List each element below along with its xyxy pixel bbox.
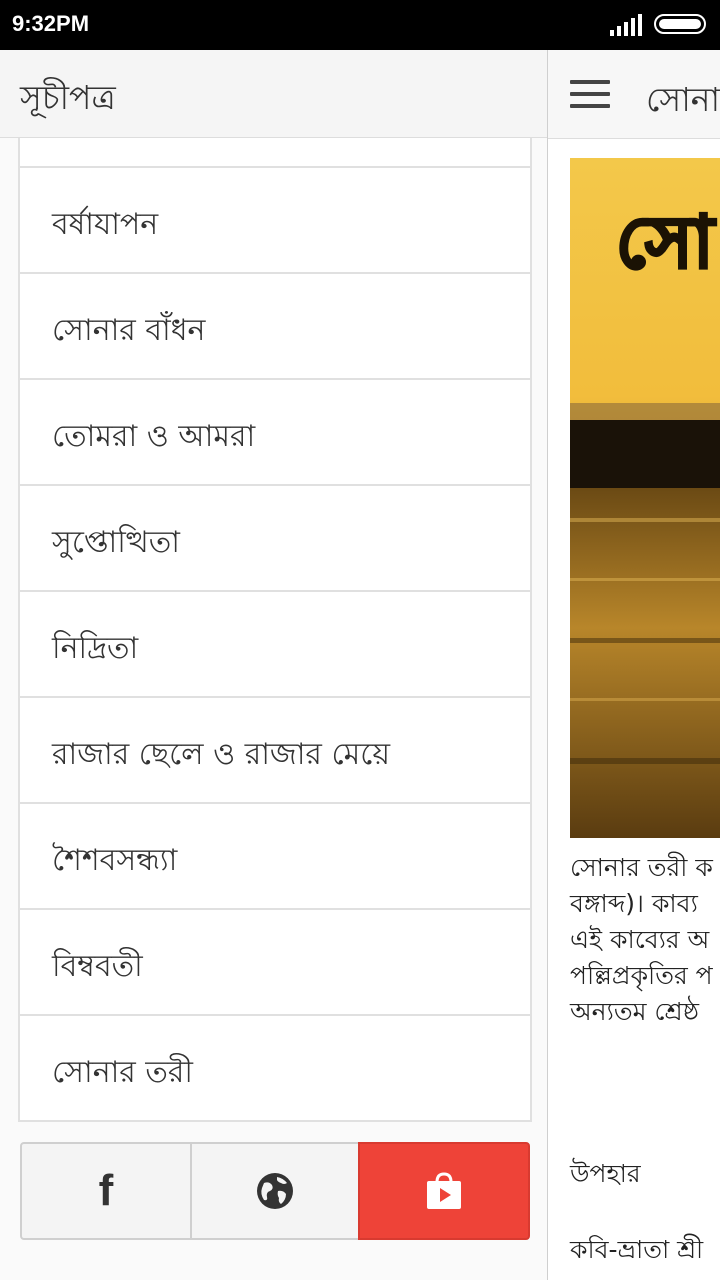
article-line: বঙ্গাব্দ)। কাব্য: [570, 889, 698, 918]
list-item[interactable]: রাজার ছেলে ও রাজার মেয়ে: [20, 698, 530, 804]
article-line: কবি-ভ্রাতা শ্রী: [570, 1235, 704, 1264]
list-item[interactable]: বিম্ববতী: [20, 910, 530, 1016]
article-line: অন্যতম শ্রেষ্ঠ: [570, 997, 700, 1026]
list-item-label: সুপ্তোত্থিতা: [52, 525, 180, 560]
list-item[interactable]: সোনার বাঁধন: [20, 274, 530, 380]
list-item[interactable]: [20, 138, 530, 168]
list-item-label: সোনার বাঁধন: [52, 313, 206, 348]
list-item-label: বিম্ববতী: [52, 949, 143, 984]
navigation-drawer: সূচীপত্র বর্ষাযাপন সোনার বাঁধন তোমরা ও আ…: [0, 50, 548, 1280]
article-text: সোনার তরী ক বঙ্গাব্দ)। কাব্য এই কাব্যের …: [570, 850, 720, 1268]
list-item-label: নিদ্রিতা: [52, 631, 139, 666]
cover-image: সো: [570, 158, 720, 838]
social-buttons: f: [20, 1142, 530, 1240]
list-item[interactable]: সোনার তরী: [20, 1016, 530, 1122]
app-bar: সোনা: [548, 50, 720, 139]
facebook-icon: f: [98, 1166, 114, 1215]
article-line: পল্লিপ্রকৃতির প: [570, 961, 713, 990]
list-item[interactable]: শৈশবসন্ধ্যা: [20, 804, 530, 910]
battery-icon: [654, 14, 706, 34]
article-line: সোনার তরী ক: [570, 853, 713, 882]
drawer-header: সূচীপত্র: [0, 50, 547, 138]
section-heading: উপহার: [570, 1159, 641, 1188]
list-item[interactable]: তোমরা ও আমরা: [20, 380, 530, 486]
menu-icon[interactable]: [570, 80, 610, 110]
website-button[interactable]: [190, 1142, 360, 1240]
main-content: সোনা সো সোনার তরী ক বঙ্গাব্দ)। কাব্য এই …: [548, 50, 720, 1280]
app-title: সোনা: [646, 80, 720, 119]
cover-title: সো: [615, 199, 716, 286]
list-item-label: বর্ষাযাপন: [52, 207, 159, 242]
globe-icon: [257, 1173, 293, 1209]
list-item[interactable]: সুপ্তোত্থিতা: [20, 486, 530, 592]
list-item[interactable]: বর্ষাযাপন: [20, 168, 530, 274]
facebook-button[interactable]: f: [20, 1142, 192, 1240]
store-button[interactable]: [358, 1142, 530, 1240]
list-item-label: রাজার ছেলে ও রাজার মেয়ে: [52, 737, 391, 772]
drawer-title: সূচীপত্র: [20, 78, 116, 117]
list-item-label: সোনার তরী: [52, 1055, 193, 1090]
list-item-label: তোমরা ও আমরা: [52, 419, 256, 454]
chapter-list: বর্ষাযাপন সোনার বাঁধন তোমরা ও আমরা সুপ্ত…: [18, 138, 532, 1122]
list-item[interactable]: নিদ্রিতা: [20, 592, 530, 698]
play-store-bag-icon: [427, 1172, 461, 1209]
list-item-label: শৈশবসন্ধ্যা: [52, 843, 178, 878]
status-bar: 9:32PM: [0, 0, 720, 50]
article-line: এই কাব্যের অ: [570, 925, 710, 954]
status-time: 9:32PM: [12, 11, 90, 36]
signal-icon: [610, 14, 642, 36]
